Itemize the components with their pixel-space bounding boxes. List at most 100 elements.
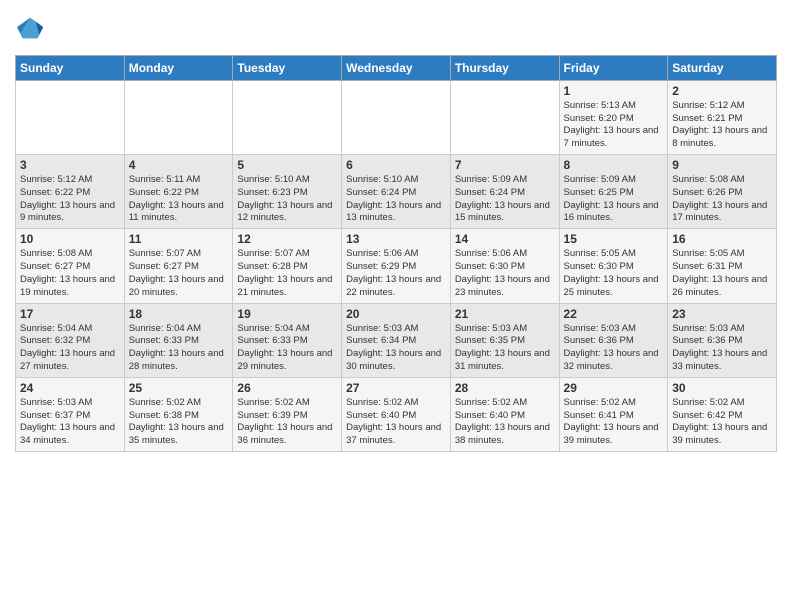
calendar-cell: 3Sunrise: 5:12 AM Sunset: 6:22 PM Daylig…: [16, 155, 125, 229]
day-number: 4: [129, 158, 229, 172]
day-number: 11: [129, 232, 229, 246]
day-number: 30: [672, 381, 772, 395]
day-number: 10: [20, 232, 120, 246]
calendar-cell: 26 Sunrise: 5:02 AM Sunset: 6:39 PM Dayli…: [233, 377, 342, 451]
calendar-cell: 22Sunrise: 5:03 AM Sunset: 6:36 PM Dayli…: [559, 303, 668, 377]
calendar-cell: 11 Sunrise: 5:07 AM Sunset: 6:27 PM Dayli…: [124, 229, 233, 303]
day-info: Sunrise: 5:06 AM Sunset: 6:29 PM Dayligh…: [346, 248, 446, 299]
calendar-cell: 15 Sunrise: 5:05 AM Sunset: 6:30 PM Dayli…: [559, 229, 668, 303]
calendar-cell: 10 Sunrise: 5:08 AM Sunset: 6:27 PM Dayli…: [16, 229, 125, 303]
day-info: Sunrise: 5:02 AM Sunset: 6:38 PM Dayligh…: [129, 397, 229, 448]
day-info: Sunrise: 5:05 AM Sunset: 6:30 PM Dayligh…: [564, 248, 664, 299]
day-number: 13: [346, 232, 446, 246]
calendar-week-2: 3Sunrise: 5:12 AM Sunset: 6:22 PM Daylig…: [16, 155, 777, 229]
day-number: 6: [346, 158, 446, 172]
calendar-cell: 23 Sunrise: 5:03 AM Sunset: 6:36 PM Dayli…: [668, 303, 777, 377]
day-info: Sunrise: 5:02 AM Sunset: 6:40 PM Dayligh…: [346, 397, 446, 448]
weekday-header-sunday: Sunday: [16, 55, 125, 80]
day-number: 18: [129, 307, 229, 321]
day-number: 5: [237, 158, 337, 172]
day-info: Sunrise: 5:05 AM Sunset: 6:31 PM Dayligh…: [672, 248, 772, 299]
calendar-cell: 20 Sunrise: 5:03 AM Sunset: 6:34 PM Dayli…: [342, 303, 451, 377]
day-number: 12: [237, 232, 337, 246]
day-number: 1: [564, 84, 664, 98]
day-info: Sunrise: 5:08 AM Sunset: 6:27 PM Dayligh…: [20, 248, 120, 299]
weekday-header-thursday: Thursday: [450, 55, 559, 80]
calendar-cell: 6Sunrise: 5:10 AM Sunset: 6:24 PM Daylig…: [342, 155, 451, 229]
calendar-cell: [342, 80, 451, 154]
day-info: Sunrise: 5:03 AM Sunset: 6:34 PM Dayligh…: [346, 323, 446, 374]
day-info: Sunrise: 5:04 AM Sunset: 6:33 PM Dayligh…: [237, 323, 337, 374]
calendar-week-5: 24 Sunrise: 5:03 AM Sunset: 6:37 PM Dayli…: [16, 377, 777, 451]
calendar-week-4: 17 Sunrise: 5:04 AM Sunset: 6:32 PM Dayli…: [16, 303, 777, 377]
day-info: Sunrise: 5:11 AM Sunset: 6:22 PM Dayligh…: [129, 174, 229, 225]
calendar-cell: 4 Sunrise: 5:11 AM Sunset: 6:22 PM Daylig…: [124, 155, 233, 229]
calendar-cell: 5Sunrise: 5:10 AM Sunset: 6:23 PM Daylig…: [233, 155, 342, 229]
calendar-cell: 27 Sunrise: 5:02 AM Sunset: 6:40 PM Dayli…: [342, 377, 451, 451]
calendar-cell: 21 Sunrise: 5:03 AM Sunset: 6:35 PM Dayli…: [450, 303, 559, 377]
calendar-week-1: 1 Sunrise: 5:13 AM Sunset: 6:20 PM Daylig…: [16, 80, 777, 154]
day-number: 20: [346, 307, 446, 321]
logo-icon: [17, 14, 45, 42]
calendar-cell: 30 Sunrise: 5:02 AM Sunset: 6:42 PM Dayli…: [668, 377, 777, 451]
day-number: 19: [237, 307, 337, 321]
day-number: 23: [672, 307, 772, 321]
calendar-cell: 9 Sunrise: 5:08 AM Sunset: 6:26 PM Daylig…: [668, 155, 777, 229]
day-number: 29: [564, 381, 664, 395]
weekday-header-monday: Monday: [124, 55, 233, 80]
day-number: 8: [564, 158, 664, 172]
day-info: Sunrise: 5:04 AM Sunset: 6:33 PM Dayligh…: [129, 323, 229, 374]
day-info: Sunrise: 5:02 AM Sunset: 6:39 PM Dayligh…: [237, 397, 337, 448]
weekday-header-wednesday: Wednesday: [342, 55, 451, 80]
calendar-cell: 24 Sunrise: 5:03 AM Sunset: 6:37 PM Dayli…: [16, 377, 125, 451]
logo: [15, 14, 45, 47]
day-number: 27: [346, 381, 446, 395]
day-number: 24: [20, 381, 120, 395]
day-info: Sunrise: 5:02 AM Sunset: 6:41 PM Dayligh…: [564, 397, 664, 448]
weekday-header-saturday: Saturday: [668, 55, 777, 80]
day-number: 16: [672, 232, 772, 246]
weekday-header-tuesday: Tuesday: [233, 55, 342, 80]
day-number: 25: [129, 381, 229, 395]
calendar-cell: [450, 80, 559, 154]
day-number: 21: [455, 307, 555, 321]
day-number: 15: [564, 232, 664, 246]
day-info: Sunrise: 5:04 AM Sunset: 6:32 PM Dayligh…: [20, 323, 120, 374]
day-info: Sunrise: 5:13 AM Sunset: 6:20 PM Dayligh…: [564, 100, 664, 151]
day-info: Sunrise: 5:03 AM Sunset: 6:37 PM Dayligh…: [20, 397, 120, 448]
calendar-cell: 14 Sunrise: 5:06 AM Sunset: 6:30 PM Dayli…: [450, 229, 559, 303]
calendar-cell: 8 Sunrise: 5:09 AM Sunset: 6:25 PM Daylig…: [559, 155, 668, 229]
calendar-table: SundayMondayTuesdayWednesdayThursdayFrid…: [15, 55, 777, 452]
day-info: Sunrise: 5:02 AM Sunset: 6:40 PM Dayligh…: [455, 397, 555, 448]
day-info: Sunrise: 5:09 AM Sunset: 6:25 PM Dayligh…: [564, 174, 664, 225]
day-info: Sunrise: 5:07 AM Sunset: 6:27 PM Dayligh…: [129, 248, 229, 299]
calendar-cell: 25 Sunrise: 5:02 AM Sunset: 6:38 PM Dayli…: [124, 377, 233, 451]
calendar-cell: 13 Sunrise: 5:06 AM Sunset: 6:29 PM Dayli…: [342, 229, 451, 303]
day-info: Sunrise: 5:02 AM Sunset: 6:42 PM Dayligh…: [672, 397, 772, 448]
day-number: 22: [564, 307, 664, 321]
day-number: 14: [455, 232, 555, 246]
day-number: 2: [672, 84, 772, 98]
calendar-cell: [124, 80, 233, 154]
calendar-cell: [233, 80, 342, 154]
day-number: 26: [237, 381, 337, 395]
calendar-cell: 1 Sunrise: 5:13 AM Sunset: 6:20 PM Daylig…: [559, 80, 668, 154]
day-info: Sunrise: 5:12 AM Sunset: 6:21 PM Dayligh…: [672, 100, 772, 151]
day-info: Sunrise: 5:03 AM Sunset: 6:35 PM Dayligh…: [455, 323, 555, 374]
calendar-cell: 12 Sunrise: 5:07 AM Sunset: 6:28 PM Dayli…: [233, 229, 342, 303]
calendar-cell: 17 Sunrise: 5:04 AM Sunset: 6:32 PM Dayli…: [16, 303, 125, 377]
day-info: Sunrise: 5:09 AM Sunset: 6:24 PM Dayligh…: [455, 174, 555, 225]
day-info: Sunrise: 5:03 AM Sunset: 6:36 PM Dayligh…: [672, 323, 772, 374]
day-number: 9: [672, 158, 772, 172]
calendar-week-3: 10 Sunrise: 5:08 AM Sunset: 6:27 PM Dayli…: [16, 229, 777, 303]
calendar-cell: [16, 80, 125, 154]
day-number: 17: [20, 307, 120, 321]
weekday-header-friday: Friday: [559, 55, 668, 80]
calendar-body: 1 Sunrise: 5:13 AM Sunset: 6:20 PM Daylig…: [16, 80, 777, 451]
calendar-header-row: SundayMondayTuesdayWednesdayThursdayFrid…: [16, 55, 777, 80]
calendar-cell: 29 Sunrise: 5:02 AM Sunset: 6:41 PM Dayli…: [559, 377, 668, 451]
day-info: Sunrise: 5:08 AM Sunset: 6:26 PM Dayligh…: [672, 174, 772, 225]
day-info: Sunrise: 5:07 AM Sunset: 6:28 PM Dayligh…: [237, 248, 337, 299]
day-number: 7: [455, 158, 555, 172]
day-info: Sunrise: 5:06 AM Sunset: 6:30 PM Dayligh…: [455, 248, 555, 299]
